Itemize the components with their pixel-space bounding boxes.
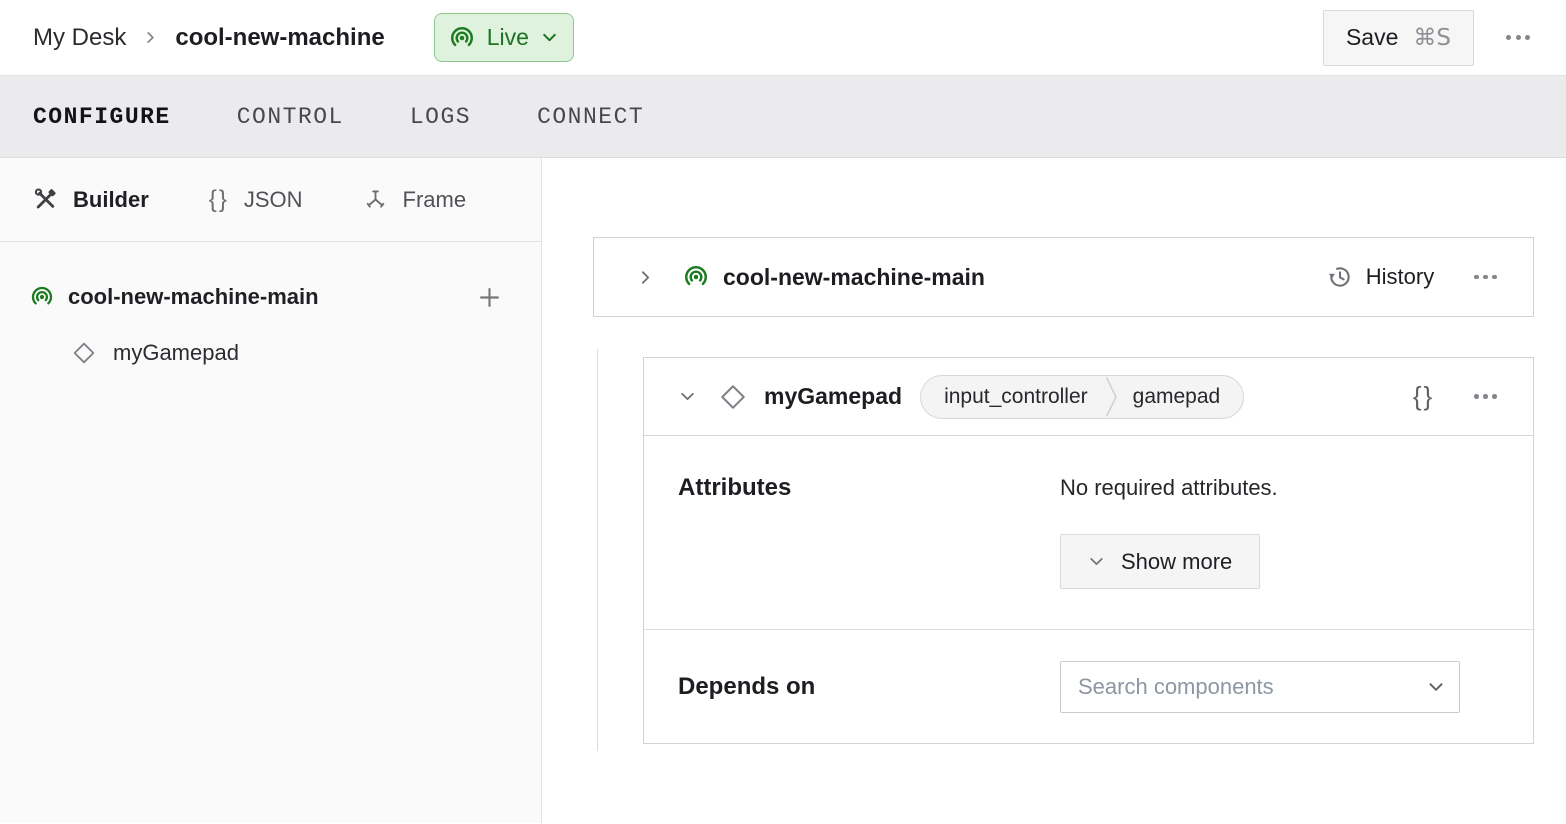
chevron-right-icon [637,269,654,286]
show-more-button[interactable]: Show more [1060,534,1260,589]
tree-item-part[interactable]: cool-new-machine-main [0,272,541,322]
header-overflow-menu-button[interactable] [1500,25,1536,50]
part-card-menu-button[interactable] [1468,265,1503,290]
save-button[interactable]: Save ⌘S [1323,10,1474,66]
history-icon [1327,264,1353,290]
machine-icon [683,264,709,290]
tab-logs[interactable]: LOGS [410,104,471,130]
tree-component-label: myGamepad [113,340,239,366]
diamond-icon [71,340,97,366]
part-card: cool-new-machine-main History [593,237,1534,317]
depends-on-section: Depends on [644,630,1533,743]
history-button[interactable]: History [1325,260,1436,294]
part-card-title: cool-new-machine-main [723,264,985,291]
tools-icon [33,187,58,212]
view-toggle-label: Frame [403,187,467,213]
add-resource-button[interactable] [474,282,505,313]
show-more-label: Show more [1121,549,1232,575]
view-toggle-label: JSON [244,187,303,213]
plus-icon [476,284,503,311]
component-type-badge: input_controller gamepad [920,375,1244,419]
depends-on-select [1060,661,1460,713]
ellipsis-icon [1506,35,1511,40]
chevron-down-icon [1088,553,1105,570]
machine-status-label: Live [487,24,529,51]
badge-separator-icon [1105,376,1118,418]
component-type: input_controller [921,385,1105,409]
resource-tree: cool-new-machine-main myGamepad [0,242,541,379]
part-card-expand-button[interactable] [633,265,658,290]
config-main: cool-new-machine-main History [542,158,1566,823]
breadcrumb-separator-icon [143,30,158,45]
tab-connect[interactable]: CONNECT [537,104,644,130]
save-shortcut-hint: ⌘S [1413,25,1451,51]
tab-configure[interactable]: CONFIGURE [33,104,171,130]
component-json-button[interactable]: {} [1409,379,1438,414]
history-label: History [1366,264,1434,290]
view-toggle-json[interactable]: {} JSON [209,186,303,214]
tab-control[interactable]: CONTROL [237,104,344,130]
machine-status-dropdown[interactable]: Live [434,13,574,62]
machine-icon [449,25,475,51]
breadcrumb-parent-link[interactable]: My Desk [33,24,126,52]
tree-part-label: cool-new-machine-main [68,284,319,310]
component-card-collapse-button[interactable] [675,384,700,409]
attributes-section: Attributes No required attributes. Show … [644,436,1533,629]
component-menu-button[interactable] [1468,384,1503,409]
breadcrumb-current: cool-new-machine [175,24,384,52]
component-name: myGamepad [764,383,902,410]
top-header: My Desk cool-new-machine Live Save ⌘S [0,0,1566,76]
component-card: myGamepad input_controller gamepad {} At… [643,357,1534,744]
machine-icon [30,285,54,309]
attributes-label: Attributes [678,474,1060,589]
frame-axes-icon [363,187,388,212]
configure-content: Builder {} JSON Frame [0,158,1566,823]
chevron-down-icon [679,388,696,405]
search-components-input[interactable] [1060,661,1460,713]
breadcrumb: My Desk cool-new-machine [33,24,385,52]
save-button-label: Save [1346,24,1398,51]
ellipsis-icon [1474,275,1479,280]
tree-item-component[interactable]: myGamepad [0,327,541,379]
depends-on-label: Depends on [678,673,1060,701]
component-card-header: myGamepad input_controller gamepad {} [644,358,1533,436]
component-model: gamepad [1118,385,1244,409]
view-toggle-builder[interactable]: Builder [33,187,149,213]
ellipsis-icon [1474,394,1479,399]
braces-icon: {} [209,186,229,214]
attributes-empty-text: No required attributes. [1060,475,1497,501]
view-toggle-frame[interactable]: Frame [363,187,467,213]
machine-tabbar: CONFIGURE CONTROL LOGS CONNECT [0,76,1566,158]
tree-connector-line [597,349,598,751]
view-toggle-label: Builder [73,187,149,213]
view-switcher: Builder {} JSON Frame [0,158,541,242]
diamond-icon [718,382,748,412]
config-sidebar: Builder {} JSON Frame [0,158,542,823]
chevron-down-icon [541,29,558,46]
